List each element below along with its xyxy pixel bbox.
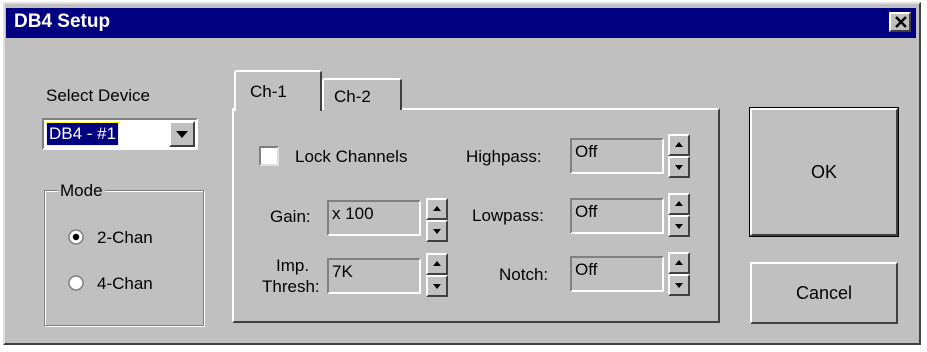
window-title: DB4 Setup <box>14 11 111 32</box>
arrow-down-icon <box>433 229 441 234</box>
notch-field[interactable]: Off <box>570 256 664 292</box>
imp-thresh-spinner[interactable] <box>426 253 448 297</box>
highpass-value: Off <box>575 142 598 161</box>
imp-thresh-label-line1: Imp. <box>276 256 310 275</box>
notch-value: Off <box>575 260 598 279</box>
arrow-up-icon <box>675 201 683 206</box>
notch-spin-down[interactable] <box>668 274 690 296</box>
mode-group-label: Mode <box>58 181 105 201</box>
tab-ch-1-label: Ch-1 <box>250 82 287 101</box>
notch-spinner[interactable] <box>668 252 690 296</box>
imp-thresh-value: 7K <box>332 262 353 281</box>
lowpass-spinner[interactable] <box>668 193 690 237</box>
radio-selected-icon <box>68 229 84 245</box>
device-dropdown-button[interactable] <box>169 121 195 147</box>
imp-thresh-field[interactable]: 7K <box>327 258 421 294</box>
highpass-label: Highpass: <box>466 147 542 166</box>
radio-2-chan-label[interactable]: 2-Chan <box>97 228 153 248</box>
lowpass-spin-up[interactable] <box>668 193 690 215</box>
cancel-button[interactable]: Cancel <box>750 262 898 324</box>
device-select-value: DB4 - #1 <box>45 122 120 146</box>
radio-empty-icon <box>68 275 84 291</box>
close-icon <box>895 16 907 28</box>
notch-spin-up[interactable] <box>668 252 690 274</box>
gain-label: Gain: <box>270 207 311 226</box>
lowpass-field[interactable]: Off <box>570 198 664 234</box>
title-bar[interactable]: DB4 Setup <box>6 8 916 38</box>
radio-4-chan[interactable] <box>68 275 84 291</box>
radio-4-chan-label[interactable]: 4-Chan <box>97 274 153 294</box>
ok-button[interactable]: OK <box>749 107 899 237</box>
tab-ch-2[interactable]: Ch-2 <box>322 78 402 110</box>
notch-label: Notch: <box>499 265 549 284</box>
tab-ch-1[interactable]: Ch-1 <box>234 70 322 111</box>
lowpass-label: Lowpass: <box>472 206 544 225</box>
arrow-down-icon <box>675 165 683 170</box>
highpass-field[interactable]: Off <box>570 138 664 174</box>
gain-value: x 100 <box>332 204 374 223</box>
gain-spin-down[interactable] <box>426 220 448 242</box>
arrow-down-icon <box>675 224 683 229</box>
lock-channels-label[interactable]: Lock Channels <box>295 147 407 167</box>
imp-thresh-spin-down[interactable] <box>426 275 448 297</box>
gain-spin-up[interactable] <box>426 198 448 220</box>
mode-group <box>44 190 204 326</box>
arrow-up-icon <box>675 142 683 147</box>
radio-2-chan[interactable] <box>68 229 84 245</box>
highpass-spin-down[interactable] <box>668 156 690 178</box>
arrow-up-icon <box>433 261 441 266</box>
arrow-down-icon <box>433 284 441 289</box>
tab-ch-2-label: Ch-2 <box>334 87 371 106</box>
highpass-spin-up[interactable] <box>668 134 690 156</box>
lowpass-spin-down[interactable] <box>668 215 690 237</box>
lock-channels-checkbox[interactable] <box>259 146 279 166</box>
close-button[interactable] <box>889 12 911 32</box>
lowpass-value: Off <box>575 202 598 221</box>
highpass-spinner[interactable] <box>668 134 690 178</box>
chevron-down-icon <box>176 131 188 138</box>
gain-field[interactable]: x 100 <box>327 200 421 236</box>
arrow-up-icon <box>675 260 683 265</box>
arrow-up-icon <box>433 206 441 211</box>
imp-thresh-label-line2: Thresh: <box>262 277 320 296</box>
select-device-label: Select Device <box>46 86 150 105</box>
arrow-down-icon <box>675 283 683 288</box>
gain-spinner[interactable] <box>426 198 448 242</box>
imp-thresh-spin-up[interactable] <box>426 253 448 275</box>
device-select[interactable]: DB4 - #1 <box>42 118 198 150</box>
